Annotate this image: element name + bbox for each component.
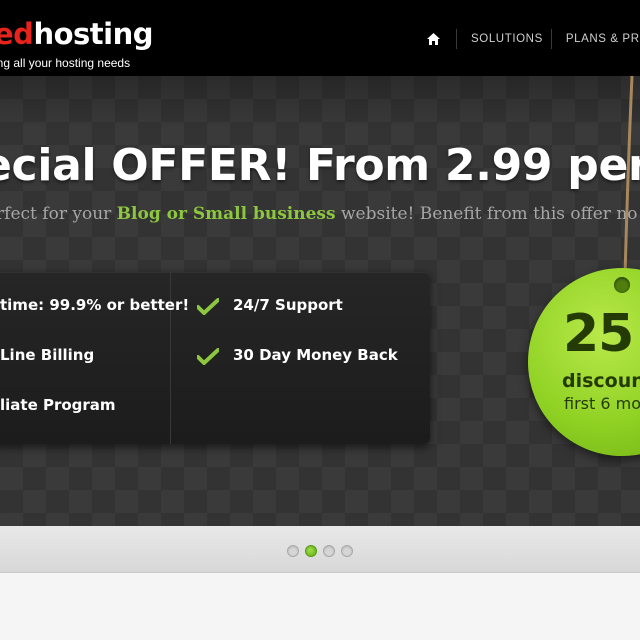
slider-bar <box>0 526 640 573</box>
hero-subtitle: erfect for your Blog or Small business w… <box>0 204 638 224</box>
slider-dot-4[interactable] <box>341 545 353 557</box>
hero-title: ecial OFFER! From 2.99 per mo <box>0 140 640 191</box>
discount-label: discoun <box>562 370 640 392</box>
page-content-area <box>0 573 640 640</box>
feature-billing: Line Billing <box>0 346 95 364</box>
check-icon <box>197 298 219 315</box>
discount-period: first 6 mo <box>564 394 640 413</box>
logo[interactable]: edhosting ing all your hosting needs <box>0 17 153 70</box>
features-panel: time: 99.9% or better! Line Billing liat… <box>0 272 430 444</box>
slider-dot-1[interactable] <box>287 545 299 557</box>
slider-dot-3[interactable] <box>323 545 335 557</box>
logo-tagline: ing all your hosting needs <box>0 56 131 70</box>
nav-divider <box>550 29 552 49</box>
site-header: edhosting ing all your hosting needs SOL… <box>0 0 640 76</box>
logo-red-text: ed <box>0 17 34 51</box>
nav-home[interactable] <box>418 28 448 50</box>
feature-uptime: time: 99.9% or better! <box>0 296 190 314</box>
main-nav: SOLUTIONS PLANS & PRIC <box>418 28 640 50</box>
feature-support: 24/7 Support <box>233 296 343 314</box>
feature-money-back: 30 Day Money Back <box>233 346 398 364</box>
slider-dot-2[interactable] <box>305 545 317 557</box>
subtitle-text-after: website! Benefit from this offer no <box>335 204 638 224</box>
home-icon <box>426 33 440 45</box>
subtitle-highlight: Blog or Small business <box>116 204 336 224</box>
subtitle-text-before: erfect for your <box>0 204 112 224</box>
tag-hole <box>614 277 630 293</box>
discount-percent: 25 <box>563 304 634 364</box>
hero-banner: ecial OFFER! From 2.99 per mo erfect for… <box>0 76 640 526</box>
slider-dots <box>287 545 353 557</box>
tag-string <box>623 76 634 277</box>
logo-white-text: hosting <box>33 17 153 51</box>
feature-affiliate: liate Program <box>0 396 116 414</box>
nav-solutions[interactable]: SOLUTIONS <box>471 33 543 45</box>
nav-divider <box>456 29 457 49</box>
check-icon <box>197 348 219 365</box>
nav-plans-pricing[interactable]: PLANS & PRIC <box>566 33 640 45</box>
